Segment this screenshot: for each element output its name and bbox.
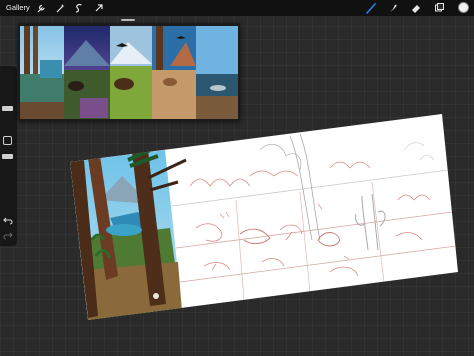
- drawing-canvas[interactable]: [0, 0, 474, 356]
